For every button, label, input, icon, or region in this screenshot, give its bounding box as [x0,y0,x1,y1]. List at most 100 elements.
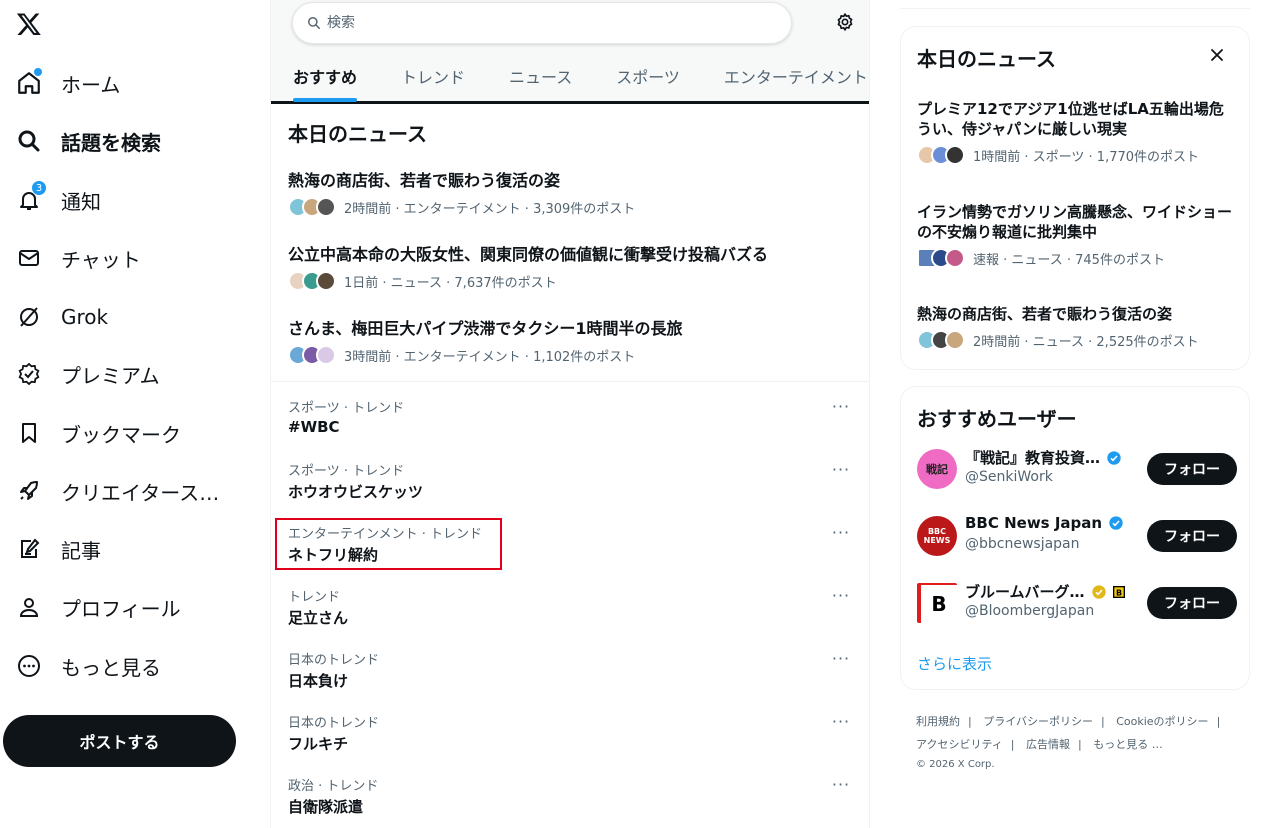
tab-news[interactable]: ニュース [487,50,594,102]
avatar [945,330,965,350]
tab-trending[interactable]: トレンド [379,50,487,102]
more-options-icon[interactable]: ··· [829,460,853,480]
user-row[interactable]: B ブルームバーグ… B @BloombergJapan フォロー [917,579,1237,629]
tab-entertainment[interactable]: エンターテイメント [702,50,890,102]
trend-category: スポーツ · トレンド [288,401,405,416]
trend-name: 日本負け [288,672,349,690]
user-row[interactable]: BBC NEWS BBC News Japan @bbcnewsjapan フォ… [917,512,1237,562]
user-name: BBC News Japan [965,514,1124,532]
x-logo-icon[interactable] [16,10,42,38]
post-button[interactable]: ポストする [3,715,236,767]
verified-gold-badge-icon [1091,584,1106,599]
news-meta-text: 1日前 · ニュース · 7,637件のポスト [344,275,557,291]
nav-label: 通知 [61,189,101,214]
avatar: 戦記 [917,449,957,489]
nav-item-grok[interactable]: Grok [15,297,108,337]
nav-item-creator-studio[interactable]: クリエイタース… [15,471,219,511]
card-title: 本日のニュース [917,47,1056,71]
footer-link-accessibility[interactable]: アクセシビリティ [916,738,1003,751]
user-row[interactable]: 戦記 『戦記』教育投資… @SenkiWork フォロー [917,445,1237,495]
card-title: おすすめユーザー [917,407,1077,431]
trend-item[interactable]: スポーツ · トレンド #WBC ··· [288,397,853,453]
follow-button[interactable]: フォロー [1147,520,1237,552]
follow-button[interactable]: フォロー [1147,587,1237,619]
nav-item-notifications[interactable]: 3 通知 [15,180,101,220]
explore-tabs: おすすめ トレンド ニュース スポーツ エンターテイメント [271,50,869,104]
search-box[interactable] [292,2,792,44]
trend-item[interactable]: エンターテインメント · トレンド ネトフリ解約 ··· [288,523,853,579]
footer-link-ads-info[interactable]: 広告情報 [1026,738,1070,751]
trend-category: スポーツ · トレンド [288,464,405,479]
news-item[interactable]: さんま、梅田巨大パイプ渋滞でタクシー1時間半の長旅 3時間前 · エンターテイメ… [288,315,848,365]
footer-link-more[interactable]: もっと見る … [1093,738,1163,751]
more-options-icon[interactable]: ··· [829,712,853,732]
news-item[interactable]: 熱海の商店街、若者で賑わう復活の姿 2時間前 · エンターテイメント · 3,3… [288,167,848,217]
tab-for-you[interactable]: おすすめ [271,50,379,102]
verified-badge-icon [1109,516,1123,530]
avatar [316,345,336,365]
news-headline: 公立中高本命の大阪女性、関東同僚の価値観に衝撃受け投稿バズる [288,245,769,264]
footer-link-terms[interactable]: 利用規約 [916,715,960,728]
search-input[interactable] [327,15,747,31]
nav-item-explore[interactable]: 話題を検索 [15,121,161,161]
article-icon [15,535,43,563]
nav-item-bookmarks[interactable]: ブックマーク [15,413,181,453]
more-options-icon[interactable]: ··· [829,649,853,669]
trend-name: 足立さん [288,609,349,627]
more-options-icon[interactable]: ··· [829,586,853,606]
news-item[interactable]: 公立中高本命の大阪女性、関東同僚の価値観に衝撃受け投稿バズる 1日前 · ニュー… [288,241,848,291]
trend-item[interactable]: トレンド 足立さん ··· [288,586,853,642]
news-item[interactable]: 熱海の商店街、若者で賑わう復活の姿 2時間前 · ニュース · 2,525件のポ… [917,304,1237,350]
explore-column: おすすめ トレンド ニュース スポーツ エンターテイメント 本日のニュース 熱海… [270,0,870,828]
nav-item-more[interactable]: もっと見る [15,646,161,686]
nav-item-premium[interactable]: プレミアム [15,354,160,394]
avatar [945,145,965,165]
bell-icon: 3 [15,180,47,214]
user-name-text: ブルームバーグ… [965,583,1085,601]
nav-item-home[interactable]: ホーム [15,63,120,103]
more-options-icon[interactable]: ··· [829,775,853,795]
user-handle: @bbcnewsjapan [965,536,1080,552]
trend-item[interactable]: 政治 · トレンド 自衛隊派遣 ··· [288,775,853,828]
nav-label: Grok [61,305,109,329]
news-item[interactable]: イラン情勢でガソリン高騰懸念、ワイドショーの不安煽り報道に批判集中 速報 · ニ… [917,202,1237,268]
news-headline: 熱海の商店街、若者で賑わう復活の姿 [917,305,1173,323]
close-icon[interactable] [1207,45,1227,65]
footer-link-privacy[interactable]: プライバシーポリシー [983,715,1093,728]
news-meta-text: 速報 · ニュース · 745件のポスト [973,252,1165,268]
show-more-link[interactable]: さらに表示 [917,653,992,674]
trend-category: トレンド [288,590,341,605]
more-options-icon[interactable]: ··· [829,397,853,417]
nav-item-profile[interactable]: プロフィール [15,587,181,627]
verified-badge-icon [1107,450,1121,465]
news-meta-text: 2時間前 · エンターテイメント · 3,309件のポスト [344,201,636,217]
trend-item[interactable]: スポーツ · トレンド ホウオウビスケッツ ··· [288,460,853,516]
avatar-stack [288,271,336,291]
avatar: B [917,583,957,623]
trend-item[interactable]: 日本のトレンド 日本負け ··· [288,649,853,705]
news-headline: 熱海の商店街、若者で賑わう復活の姿 [288,171,561,190]
trend-category: 政治 · トレンド [288,779,379,794]
news-item[interactable]: プレミア12でアジア1位逃せばLA五輪出場危うい、侍ジャパンに厳しい現実 1時間… [917,99,1237,165]
tab-sports[interactable]: スポーツ [594,50,702,102]
trend-item[interactable]: 日本のトレンド フルキチ ··· [288,712,853,768]
left-sidebar: ホーム 話題を検索 3 通知 チャット Grok プレミアム ブックマーク クリ… [0,0,270,828]
who-to-follow-card: おすすめユーザー 戦記 『戦記』教育投資… @SenkiWork フォロー BB… [900,386,1250,690]
more-options-icon[interactable]: ··· [829,523,853,543]
news-meta-text: 1時間前 · スポーツ · 1,770件のポスト [973,149,1200,165]
nav-item-articles[interactable]: 記事 [15,529,101,569]
home-icon [15,68,43,97]
nav-label: ブックマーク [61,422,181,447]
user-handle: @SenkiWork [965,469,1053,485]
avatar [316,271,336,291]
follow-button[interactable]: フォロー [1147,453,1237,485]
footer-link-cookies[interactable]: Cookieのポリシー [1116,715,1208,728]
today-news-title: 本日のニュース [288,122,427,146]
news-headline: プレミア12でアジア1位逃せばLA五輪出場危うい、侍ジャパンに厳しい現実 [917,100,1224,138]
svg-text:B: B [1116,588,1122,597]
nav-item-chat[interactable]: チャット [15,238,141,278]
more-circle-icon [15,652,43,680]
gear-icon[interactable] [835,12,855,32]
user-name-text: 『戦記』教育投資… [965,449,1101,467]
nav-label: 話題を検索 [61,130,161,155]
